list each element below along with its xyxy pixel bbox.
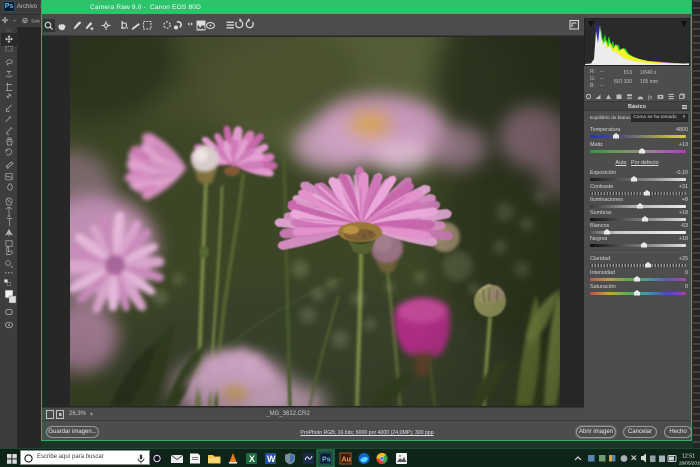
svg-text:Ps: Ps [322,457,331,464]
svg-text:Au: Au [342,457,351,464]
svg-text:X: X [249,454,255,464]
svg-text:Sele: Sele [31,19,40,24]
svg-text:28/05/2019: 28/05/2019 [679,461,700,466]
svg-text:12:51: 12:51 [682,454,695,460]
svg-text:W: W [267,454,276,464]
